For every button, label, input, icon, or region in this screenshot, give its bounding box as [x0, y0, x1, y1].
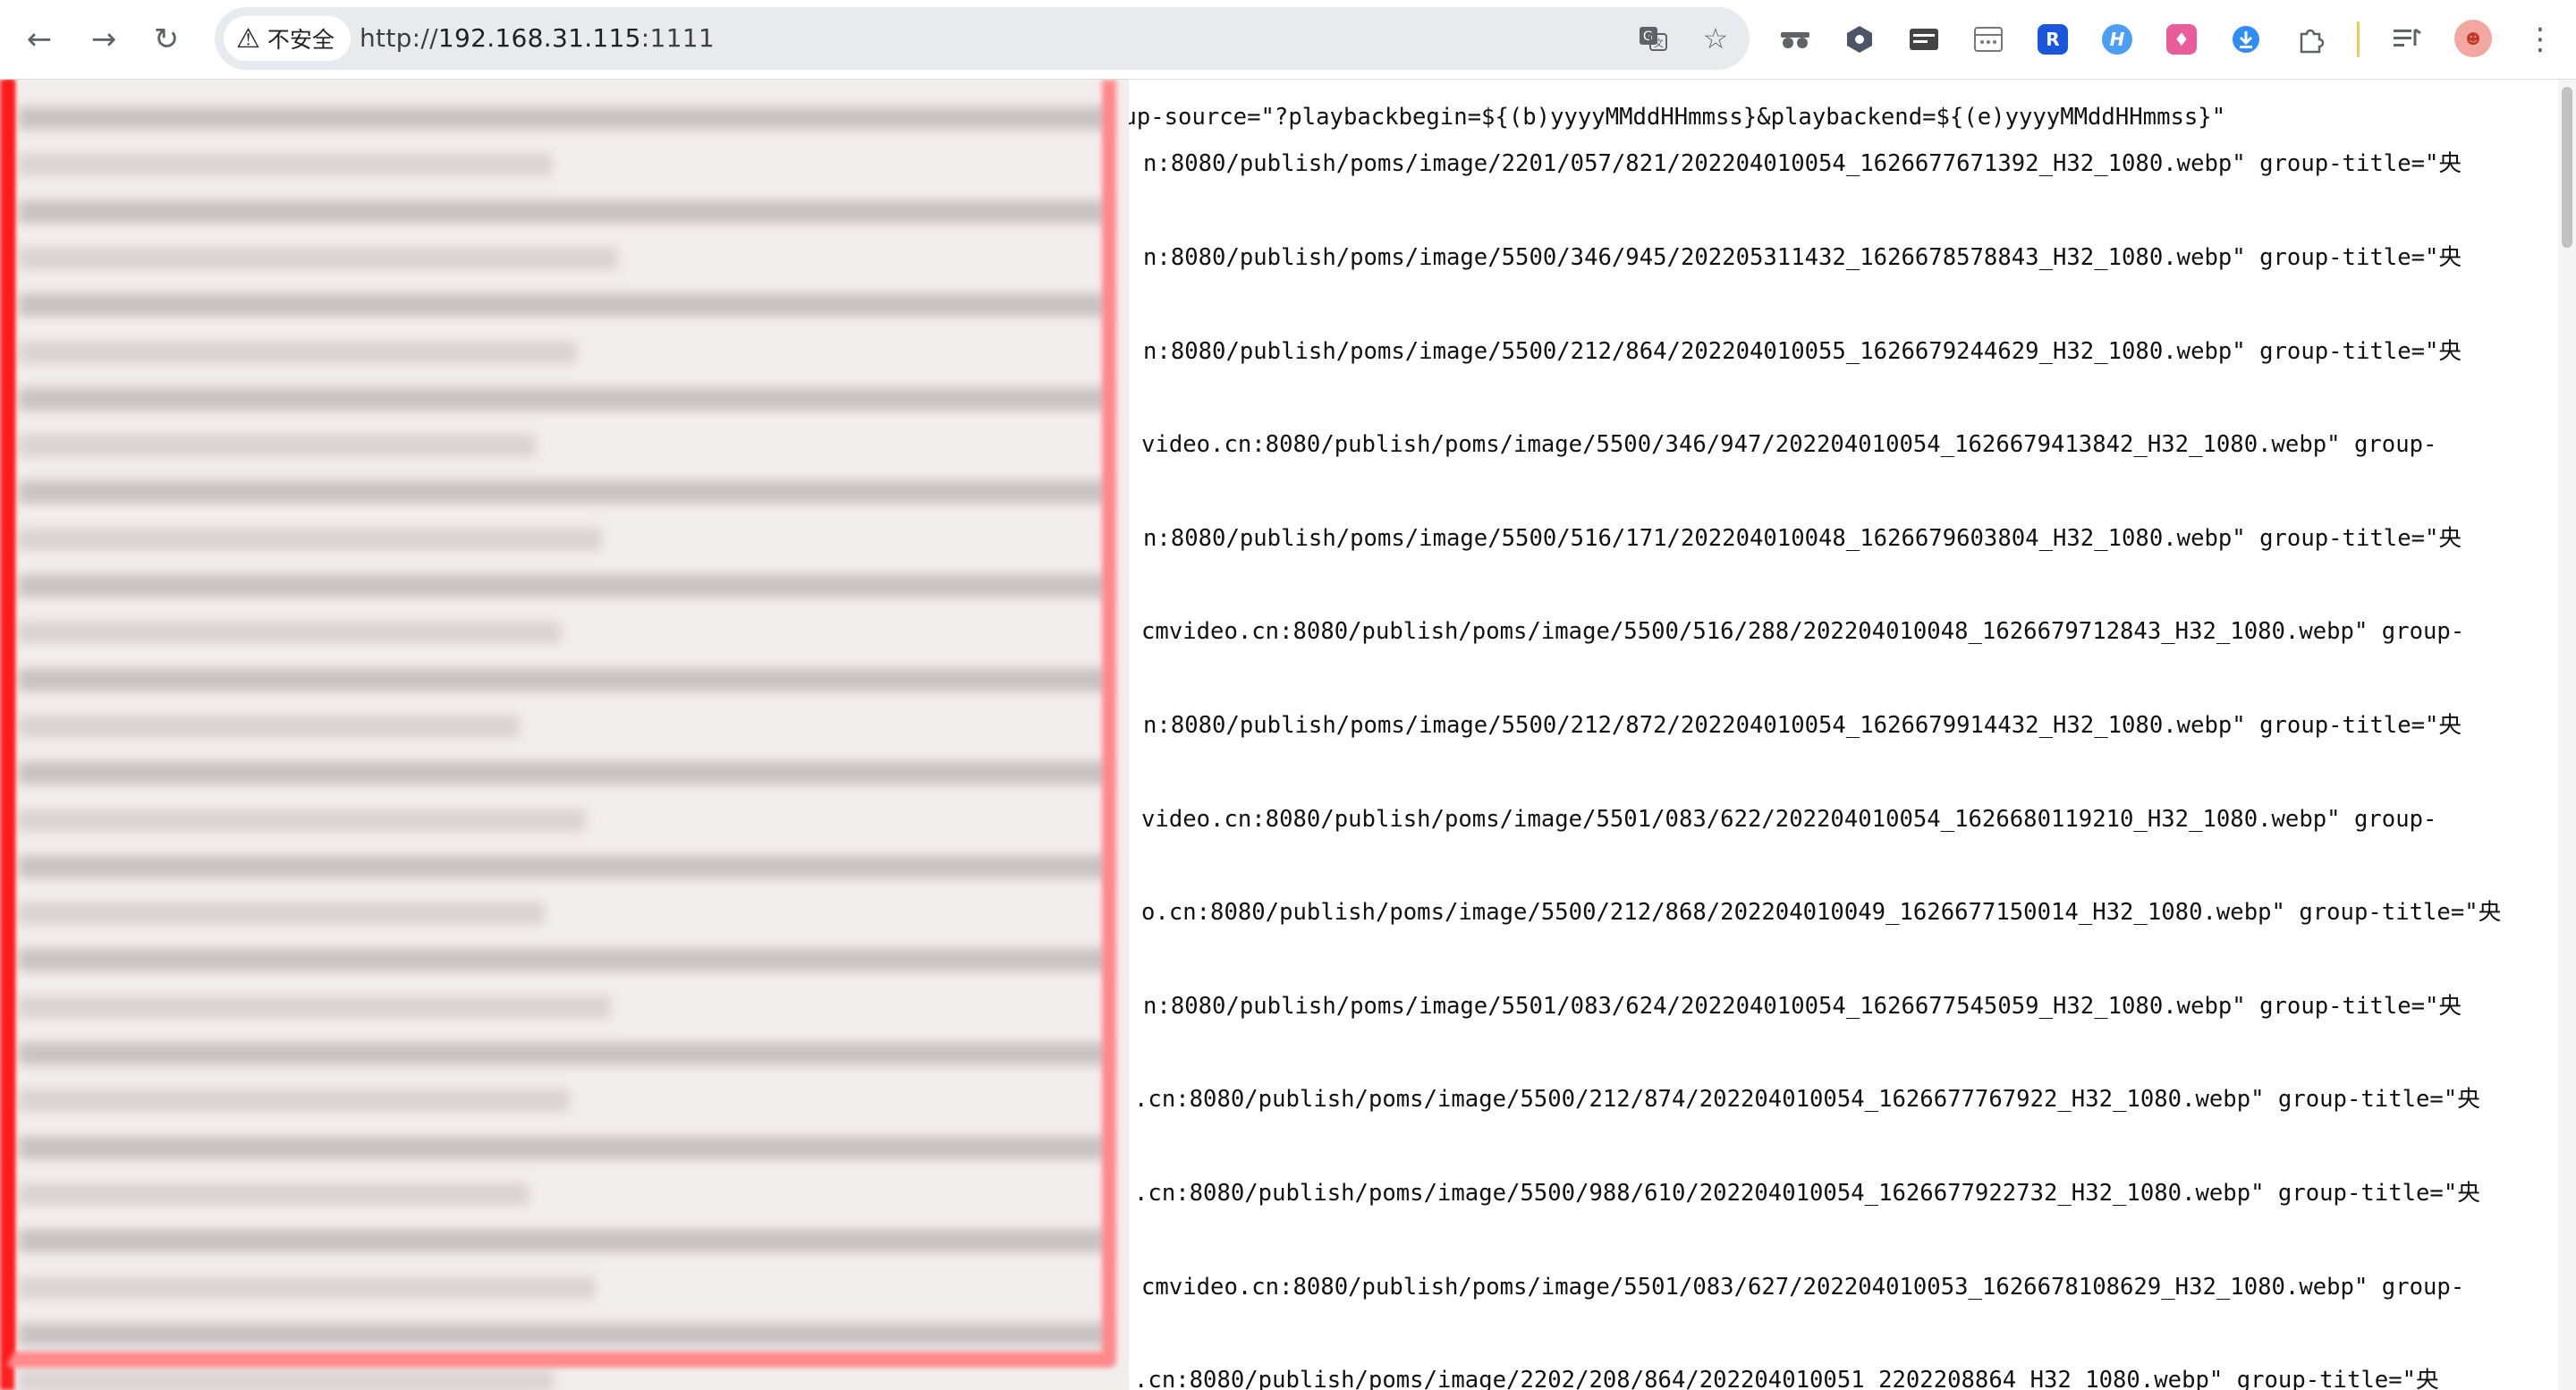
- blurred-line: [18, 1369, 554, 1390]
- scrollbar-thumb[interactable]: [2562, 87, 2572, 248]
- h-extension-icon[interactable]: H: [2097, 19, 2138, 60]
- text-line-content: video.cn:8080/publish/poms/image/5500/34…: [1141, 431, 2437, 459]
- text-line-content: hup-source="?playbackbegin=${(b)yyyyMMdd…: [1109, 104, 2226, 131]
- calendar-extension-icon[interactable]: [1968, 19, 2009, 60]
- translate-icon[interactable]: G文: [1632, 18, 1674, 59]
- keyboard-extension-icon[interactable]: [1903, 19, 1945, 60]
- hexagon-extension-icon[interactable]: [1839, 19, 1880, 60]
- vertical-scrollbar[interactable]: [2558, 80, 2576, 1390]
- incognito-glasses-icon[interactable]: [1775, 19, 1816, 60]
- menu-kebab-icon[interactable]: ⋮: [2522, 18, 2558, 61]
- extensions-puzzle-icon[interactable]: [2290, 19, 2331, 60]
- browser-toolbar: ← → ↻ ⚠ 不安全 http://192.168.31.115:1111 G…: [0, 0, 2576, 80]
- text-line-content: cmvideo.cn:8080/publish/poms/image/5500/…: [1141, 618, 2465, 646]
- redacted-region: [0, 80, 1129, 1390]
- text-line-content: n:8080/publish/poms/image/5501/083/624/2…: [1143, 992, 2462, 1020]
- profile-avatar[interactable]: ☻: [2454, 20, 2492, 57]
- bookmark-star-icon[interactable]: ☆: [1695, 18, 1736, 59]
- text-line-content: n:8080/publish/poms/image/5500/212/864/2…: [1143, 337, 2462, 365]
- toolbar-divider: [2357, 21, 2360, 57]
- security-label: 不安全: [267, 27, 335, 53]
- back-arrow-icon[interactable]: ←: [16, 16, 63, 63]
- url-scheme: http://: [360, 23, 438, 53]
- text-line-content: n:8080/publish/poms/image/5500/346/945/2…: [1143, 243, 2462, 271]
- text-line-content: cmvideo.cn:8080/publish/poms/image/5501/…: [1141, 1273, 2465, 1301]
- text-line-content: video.cn:8080/publish/poms/image/5501/08…: [1141, 805, 2437, 833]
- bookmark-manager-icon[interactable]: R: [2032, 19, 2073, 60]
- text-line-content: .cn:8080/publish/poms/image/5500/212/874…: [1134, 1086, 2480, 1114]
- text-line-content: n:8080/publish/poms/image/2201/057/821/2…: [1143, 150, 2462, 178]
- reload-icon[interactable]: ↻: [143, 16, 190, 63]
- warning-icon: ⚠: [236, 22, 260, 55]
- security-indicator[interactable]: ⚠ 不安全: [224, 16, 351, 61]
- forward-arrow-icon[interactable]: →: [80, 16, 127, 63]
- text-line-content: .cn:8080/publish/poms/image/2202/208/864…: [1134, 1367, 2439, 1390]
- url-port: :1111: [640, 23, 715, 53]
- url-text[interactable]: http://192.168.31.115:1111: [360, 7, 715, 70]
- reading-list-icon[interactable]: [2386, 19, 2428, 60]
- redaction-border: [5, 80, 1116, 1368]
- text-line-content: n:8080/publish/poms/image/5500/516/171/2…: [1143, 524, 2462, 552]
- svg-text:G: G: [1643, 30, 1653, 44]
- svg-text:文: 文: [1654, 37, 1664, 49]
- pink-extension-icon[interactable]: ♦: [2161, 19, 2202, 60]
- text-line-content: .cn:8080/publish/poms/image/5500/988/610…: [1134, 1179, 2480, 1207]
- text-line-content: o.cn:8080/publish/poms/image/5500/212/86…: [1141, 899, 2502, 927]
- page-content: hup-source="?playbackbegin=${(b)yyyyMMdd…: [0, 80, 2558, 1390]
- address-bar[interactable]: ⚠ 不安全 http://192.168.31.115:1111 G文 ☆: [215, 7, 1750, 70]
- text-line-content: n:8080/publish/poms/image/5500/212/872/2…: [1143, 711, 2462, 739]
- url-host: 192.168.31.115: [437, 23, 641, 53]
- download-icon[interactable]: [2225, 19, 2267, 60]
